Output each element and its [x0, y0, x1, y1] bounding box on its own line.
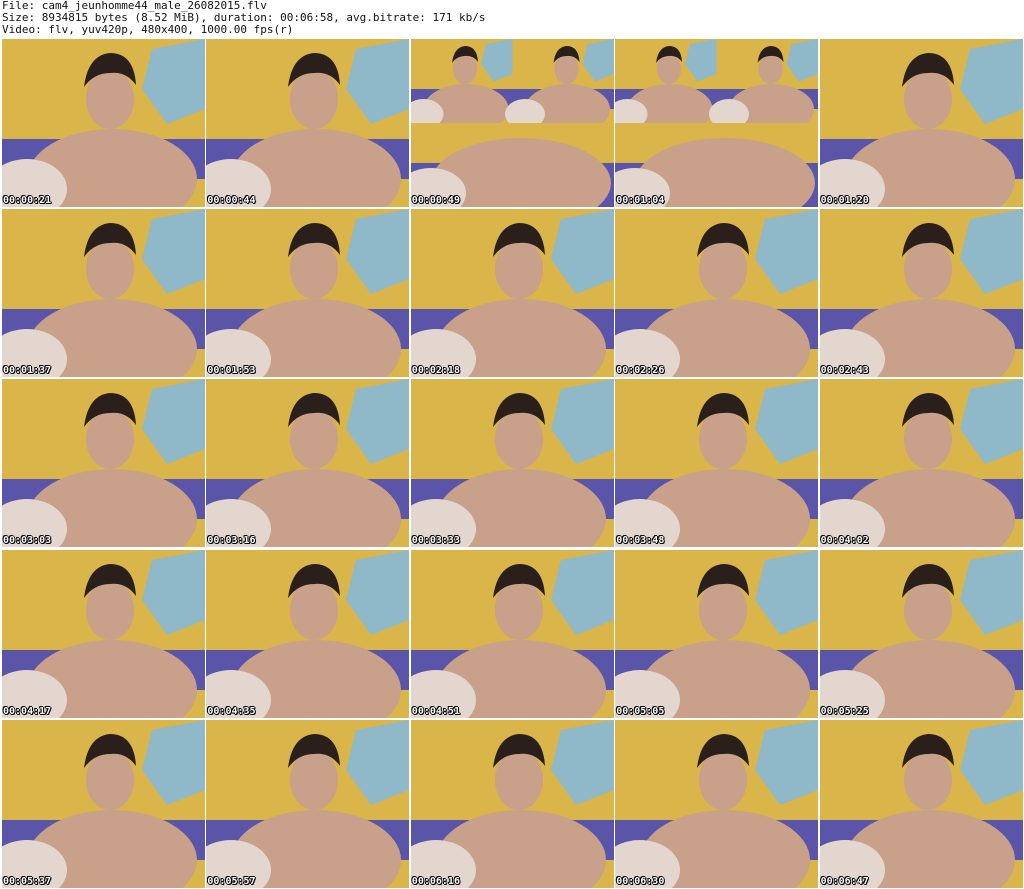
thumbnail-timestamp: 00:02:43 [820, 365, 869, 377]
video-thumbnail: 00:06:30 [615, 719, 819, 888]
thumbnail-timestamp: 00:06:16 [411, 875, 460, 887]
thumbnail-timestamp: 00:00:21 [3, 195, 52, 206]
video-thumbnail: 00:01:20 [819, 39, 1023, 207]
thumbnail-frame-image [410, 209, 614, 378]
thumbnail-timestamp: 00:06:47 [820, 875, 869, 887]
thumbnail-frame-image [819, 209, 1023, 378]
video-thumbnail: 00:05:57 [206, 719, 410, 888]
video-thumbnail: 00:04:35 [206, 549, 410, 718]
thumbnail-timestamp: 00:02:26 [616, 365, 665, 377]
video-thumbnail: 00:05:37 [2, 719, 205, 888]
thumbnail-timestamp: 00:03:48 [616, 535, 665, 547]
thumbnail-frame-image [410, 39, 614, 207]
thumbnail-timestamp: 00:02:18 [411, 365, 460, 377]
thumbnail-frame-image [819, 549, 1023, 718]
thumbnail-timestamp: 00:05:25 [820, 705, 869, 717]
thumbnail-frame-image [819, 719, 1023, 888]
video-thumbnail: 00:06:47 [819, 719, 1023, 888]
thumbnail-timestamp: 00:05:57 [207, 875, 256, 887]
thumbnail-timestamp: 00:04:17 [3, 705, 52, 717]
thumbnail-timestamp: 00:00:49 [411, 195, 460, 206]
video-thumbnail: 00:01:53 [206, 209, 410, 378]
thumbnail-timestamp: 00:05:37 [3, 875, 52, 887]
video-thumbnail: 00:02:18 [410, 209, 614, 378]
video-thumbnail: 00:04:51 [410, 549, 614, 718]
video-thumbnail: 00:02:26 [615, 209, 819, 378]
video-thumbnail: 00:05:05 [615, 549, 819, 718]
video-thumbnail: 00:04:02 [819, 379, 1023, 548]
thumbnail-frame-image [206, 549, 410, 718]
file-info-header: File: cam4_jeunhomme44_male_26082015.flv… [2, 0, 1022, 38]
thumbnail-frame-image [2, 549, 205, 718]
thumbnail-timestamp: 00:03:03 [3, 535, 52, 547]
thumbnail-frame-image [410, 549, 614, 718]
thumbnail-timestamp: 00:04:51 [411, 705, 460, 717]
video-thumbnail: 00:06:16 [410, 719, 614, 888]
thumbnail-frame-image [615, 379, 819, 548]
thumbnail-grid: 00:00:21 00:00:44 00:00:49 00:01:04 00:01:20… [2, 39, 1023, 889]
thumbnail-timestamp: 00:03:33 [411, 535, 460, 547]
video-thumbnail: 00:03:16 [206, 379, 410, 548]
thumbnail-timestamp: 00:00:44 [207, 195, 256, 206]
thumbnail-frame-image [2, 379, 205, 548]
video-thumbnail: 00:03:48 [615, 379, 819, 548]
thumbnail-frame-image [615, 209, 819, 378]
video-thumbnail: 00:03:33 [410, 379, 614, 548]
thumbnail-frame-image [615, 719, 819, 888]
thumbnail-frame-image [206, 379, 410, 548]
thumbnail-frame-image [410, 379, 614, 548]
thumbnail-timestamp: 00:01:53 [207, 365, 256, 377]
video-thumbnail: 00:00:49 [410, 39, 614, 207]
thumbnail-frame-image [819, 39, 1023, 207]
video-thumbnail: 00:02:43 [819, 209, 1023, 378]
video-thumbnail: 00:03:03 [2, 379, 205, 548]
video-info-line: Video: flv, yuv420p, 480x400, 1000.00 fp… [2, 23, 294, 37]
thumbnail-frame-image [410, 719, 614, 888]
thumbnail-timestamp: 00:05:05 [616, 705, 665, 717]
thumbnail-frame-image [615, 549, 819, 718]
thumbnail-frame-image [2, 39, 205, 207]
thumbnail-timestamp: 00:01:20 [820, 195, 869, 206]
video-thumbnail: 00:05:25 [819, 549, 1023, 718]
thumbnail-frame-image [819, 379, 1023, 548]
thumbnail-frame-image [206, 39, 410, 207]
thumbnail-timestamp: 00:06:30 [616, 875, 665, 887]
thumbnail-frame-image [206, 209, 410, 378]
thumbnail-frame-image [615, 39, 819, 207]
video-thumbnail: 00:04:17 [2, 549, 205, 718]
thumbnail-frame-image [206, 719, 410, 888]
thumbnail-frame-image [2, 209, 205, 378]
thumbnail-timestamp: 00:01:04 [616, 195, 665, 206]
thumbnail-timestamp: 00:04:35 [207, 705, 256, 717]
thumbnail-timestamp: 00:03:16 [207, 535, 256, 547]
video-thumbnail: 00:01:37 [2, 209, 205, 378]
thumbnail-timestamp: 00:01:37 [3, 365, 52, 377]
thumbnail-frame-image [2, 719, 205, 888]
video-thumbnail: 00:01:04 [615, 39, 819, 207]
video-thumbnail: 00:00:21 [2, 39, 205, 207]
video-thumbnail: 00:00:44 [206, 39, 410, 207]
thumbnail-timestamp: 00:04:02 [820, 535, 869, 547]
